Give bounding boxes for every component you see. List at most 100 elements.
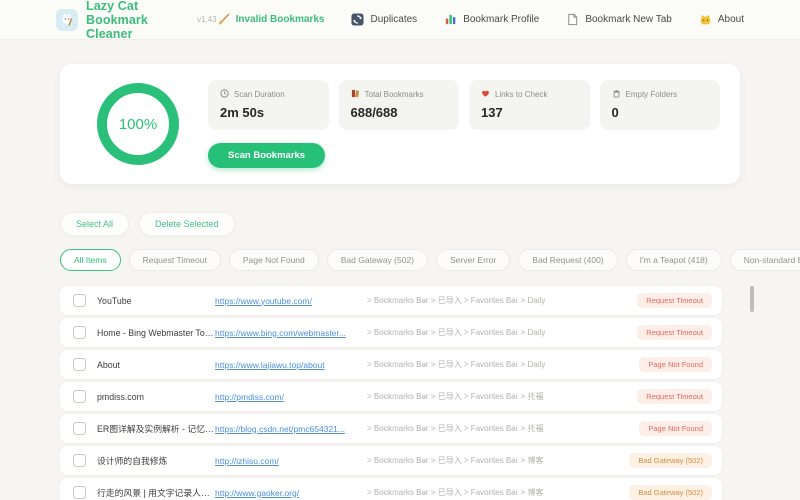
- delete-selected-button[interactable]: Delete Selected: [139, 212, 235, 236]
- app-logo-cat-icon: [56, 8, 78, 31]
- status-badge: Request Timeout: [637, 389, 712, 404]
- main-nav: Invalid Bookmarks Duplicates Bookmark Pr…: [217, 13, 744, 26]
- nav-label: Bookmark Profile: [463, 14, 540, 25]
- bookmark-url-link[interactable]: https://blog.csdn.net/pmc654321...: [215, 424, 353, 434]
- nav-duplicates[interactable]: Duplicates: [351, 13, 417, 26]
- stat-value: 137: [481, 105, 503, 120]
- scan-progress-percent: 100%: [118, 115, 158, 133]
- bookmark-breadcrumb-path: > Bookmarks Bar > 已导入 > Favorites Bar > …: [367, 456, 544, 465]
- bookmark-row: 设计师的自我修炼 http://izhisu.com/ > Bookmarks …: [60, 446, 722, 475]
- bookmark-breadcrumb-path: > Bookmarks Bar > 已导入 > Favorites Bar > …: [367, 488, 544, 497]
- bookmark-row: pmdiss.com http://pmdiss.com/ > Bookmark…: [60, 382, 722, 411]
- stat-label: Total Bookmarks: [364, 90, 424, 99]
- filter-chip[interactable]: Non-standard Error (466): [729, 249, 800, 271]
- stat-label: Empty Folders: [625, 90, 678, 99]
- stats-row: Scan Duration 2m 50s Total Bookmarks 688…: [208, 80, 720, 130]
- bookmark-row: Home - Bing Webmaster Tools https://www.…: [60, 318, 722, 347]
- filter-chip[interactable]: Page Not Found: [228, 249, 319, 271]
- bookmarks-icon: [351, 89, 360, 100]
- brand: Lazy Cat Bookmark Cleaner v1.43: [56, 0, 217, 41]
- bookmark-title: 设计师的自我修炼: [97, 456, 168, 466]
- row-checkbox[interactable]: [73, 454, 86, 467]
- bookmark-title: About: [97, 359, 120, 370]
- bookmark-url-link[interactable]: http://www.gaoker.org/: [215, 488, 353, 498]
- filter-chip[interactable]: Bad Request (400): [518, 249, 618, 271]
- clock-icon: [220, 89, 229, 100]
- scan-summary-panel: 100% Scan Duration 2m 50s Total Bookmark…: [60, 64, 740, 184]
- bookmark-title: Home - Bing Webmaster Tools: [97, 327, 215, 338]
- nav-label: About: [717, 14, 744, 25]
- nav-about[interactable]: About: [699, 13, 744, 26]
- bookmark-url-link[interactable]: https://www.bing.com/webmaster...: [215, 328, 353, 338]
- stat-value: 0: [611, 105, 619, 120]
- bookmark-list: YouTube https://www.youtube.com/ > Bookm…: [60, 286, 722, 500]
- select-all-button[interactable]: Select All: [60, 212, 130, 236]
- top-navbar: Lazy Cat Bookmark Cleaner v1.43 Invalid …: [0, 0, 800, 41]
- bookmark-title: 行走的风景 | 用文字记录人生的风景: [97, 488, 215, 498]
- nav-label: Duplicates: [370, 14, 418, 25]
- heart-icon: [481, 89, 490, 100]
- app-version: v1.43: [196, 15, 217, 24]
- bookmark-list-region: YouTube https://www.youtube.com/ > Bookm…: [60, 286, 754, 500]
- row-checkbox[interactable]: [73, 390, 86, 403]
- new-tab-icon: [566, 13, 579, 26]
- bookmark-row: About https://www.lajiawu.top/about > Bo…: [60, 350, 722, 379]
- bookmark-row: ER图详解及实例解析 - 记忆碎片的... https://blog.csdn.…: [60, 414, 722, 443]
- bookmark-row: 行走的风景 | 用文字记录人生的风景 http://www.gaoker.org…: [60, 478, 722, 500]
- app-title: Lazy Cat Bookmark Cleaner: [86, 0, 148, 41]
- status-filter-bar: All Items Request Timeout Page Not Found Ba…: [60, 249, 800, 271]
- bookmark-breadcrumb-path: > Bookmarks Bar > 已导入 > Favorites Bar > …: [367, 328, 546, 337]
- row-checkbox[interactable]: [73, 294, 86, 307]
- stat-total-bookmarks: Total Bookmarks 688/688: [338, 80, 459, 130]
- bookmark-breadcrumb-path: > Bookmarks Bar > 已导入 > Favorites Bar > …: [367, 360, 546, 369]
- bookmark-breadcrumb-path: > Bookmarks Bar > 已导入 > Favorites Bar > …: [367, 392, 544, 401]
- status-badge: Page Not Found: [639, 357, 712, 372]
- status-badge: Request Timeout: [637, 293, 712, 308]
- status-badge: Bad Gateway (502): [629, 485, 712, 500]
- bookmark-title: pmdiss.com: [97, 391, 144, 402]
- duplicates-icon: [351, 13, 365, 26]
- stat-links-to-check: Links to Check 137: [469, 80, 590, 130]
- bookmark-row: YouTube https://www.youtube.com/ > Bookm…: [60, 286, 722, 315]
- bookmark-title: ER图详解及实例解析 - 记忆碎片的...: [97, 424, 215, 434]
- row-checkbox[interactable]: [73, 358, 86, 371]
- list-scrollbar-track[interactable]: [750, 286, 754, 500]
- status-badge: Bad Gateway (502): [629, 453, 712, 468]
- bookmark-url-link[interactable]: http://pmdiss.com/: [215, 392, 353, 402]
- stat-label: Links to Check: [495, 90, 548, 99]
- filter-chip[interactable]: All Items: [60, 249, 121, 271]
- bookmark-url-link[interactable]: http://izhisu.com/: [215, 456, 353, 466]
- stat-value: 2m 50s: [220, 105, 265, 120]
- cat-icon: [699, 13, 712, 26]
- row-checkbox[interactable]: [73, 422, 86, 435]
- stat-value: 688/688: [350, 105, 398, 120]
- row-checkbox[interactable]: [73, 486, 86, 499]
- scan-progress-ring: 100%: [94, 80, 182, 168]
- nav-invalid-bookmarks[interactable]: Invalid Bookmarks: [217, 13, 325, 26]
- broom-icon: [217, 13, 230, 26]
- nav-bookmark-profile[interactable]: Bookmark Profile: [444, 13, 539, 26]
- scan-bookmarks-button[interactable]: Scan Bookmarks: [208, 143, 326, 168]
- bookmark-url-link[interactable]: https://www.youtube.com/: [215, 296, 353, 306]
- bulk-actions: Select All Delete Selected: [60, 212, 740, 236]
- bookmark-breadcrumb-path: > Bookmarks Bar > 已导入 > Favorites Bar > …: [367, 424, 544, 433]
- stat-scan-duration: Scan Duration 2m 50s: [208, 80, 329, 130]
- bar-chart-icon: [444, 13, 457, 26]
- bookmark-breadcrumb-path: > Bookmarks Bar > 已导入 > Favorites Bar > …: [367, 296, 546, 305]
- stat-label: Scan Duration: [234, 90, 285, 99]
- status-badge: Page Not Found: [639, 421, 712, 436]
- stat-empty-folders: Empty Folders 0: [599, 80, 720, 130]
- filter-chip[interactable]: Request Timeout: [128, 249, 221, 271]
- nav-bookmark-new-tab[interactable]: Bookmark New Tab: [566, 13, 672, 26]
- trash-icon: [612, 89, 621, 100]
- filter-chip[interactable]: Bad Gateway (502): [326, 249, 428, 271]
- bookmark-title: YouTube: [97, 295, 132, 306]
- status-badge: Request Timeout: [637, 325, 712, 340]
- filter-chip[interactable]: Server Error: [436, 249, 511, 271]
- bookmark-url-link[interactable]: https://www.lajiawu.top/about: [215, 360, 353, 370]
- list-scrollbar-thumb[interactable]: [750, 286, 754, 312]
- row-checkbox[interactable]: [73, 326, 86, 339]
- filter-chip[interactable]: I'm a Teapot (418): [625, 249, 722, 271]
- nav-label: Bookmark New Tab: [585, 14, 672, 25]
- nav-label: Invalid Bookmarks: [235, 14, 325, 25]
